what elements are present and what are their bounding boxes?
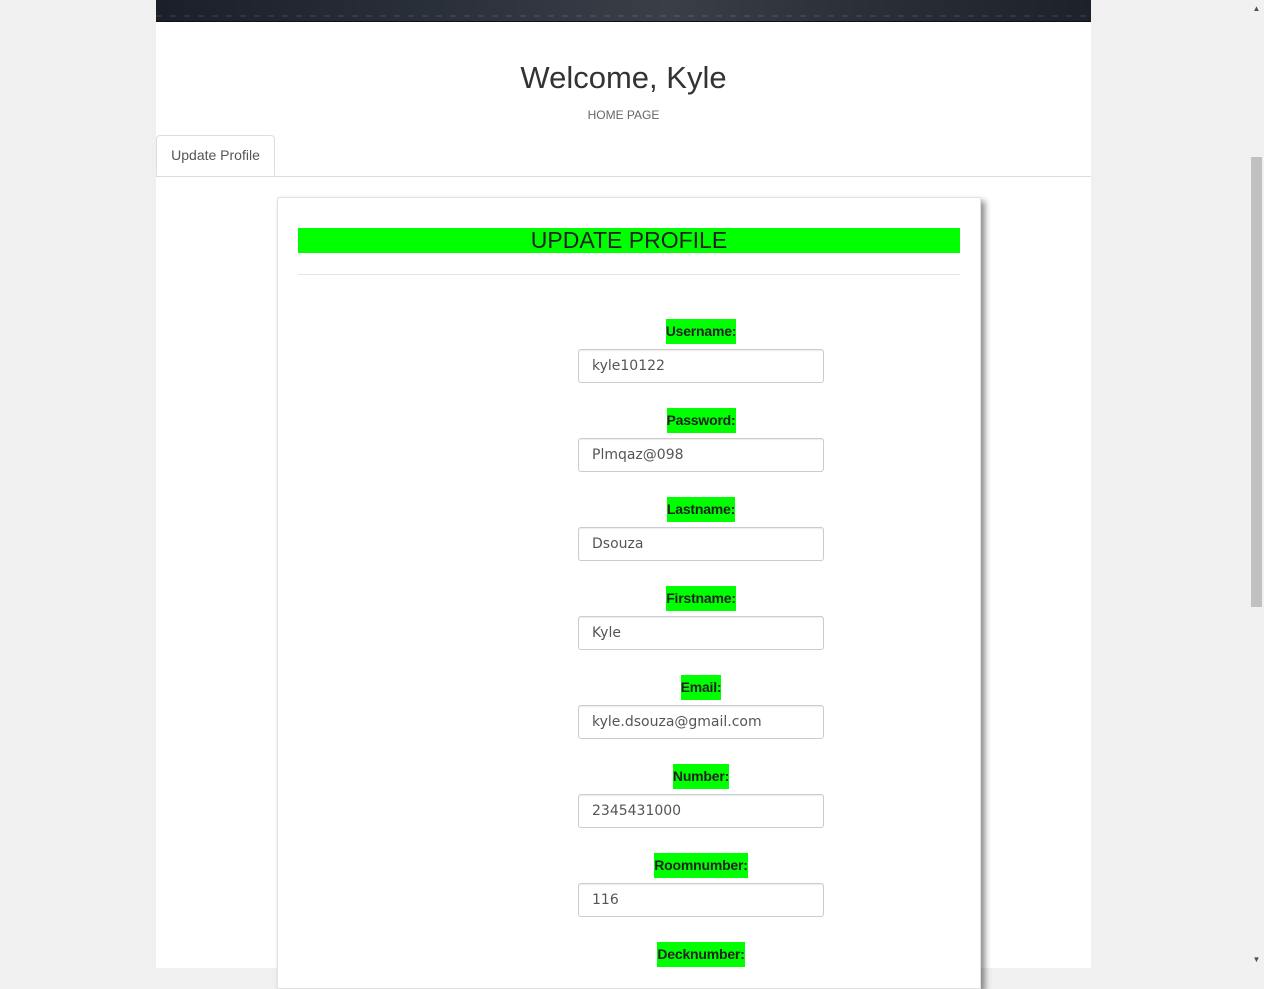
password-input[interactable] (578, 438, 824, 472)
page-container: Welcome, Kyle HOME PAGE Update Profile U… (156, 0, 1091, 989)
header-banner-image (156, 0, 1091, 22)
roomnumber-input[interactable] (578, 883, 824, 917)
vertical-scrollbar[interactable]: ▲ ▼ (1249, 0, 1264, 968)
tab-update-profile[interactable]: Update Profile (156, 135, 275, 176)
tab-bar (156, 176, 1091, 177)
divider (298, 274, 960, 275)
update-profile-card: UPDATE PROFILE Username: Password: Lastn… (277, 197, 981, 989)
firstname-field-group: Firstname: (578, 586, 824, 650)
triangle-up-icon[interactable]: ▲ (1249, 0, 1264, 17)
roomnumber-field-group: Roomnumber: (578, 853, 824, 917)
number-field-group: Number: (578, 764, 824, 828)
page-subtitle: HOME PAGE (587, 108, 660, 122)
triangle-down-icon[interactable]: ▼ (1249, 951, 1264, 968)
form-title: UPDATE PROFILE (298, 228, 960, 253)
lastname-label: Lastname: (666, 497, 735, 522)
username-field-group: Username: (578, 319, 824, 383)
firstname-input[interactable] (578, 616, 824, 650)
email-field-group: Email: (578, 675, 824, 739)
number-input[interactable] (578, 794, 824, 828)
lastname-input[interactable] (578, 527, 824, 561)
username-input[interactable] (578, 349, 824, 383)
lastname-field-group: Lastname: (578, 497, 824, 561)
roomnumber-label: Roomnumber: (654, 853, 748, 878)
number-label: Number: (672, 764, 729, 789)
welcome-heading: Welcome, Kyle (520, 60, 727, 95)
scrollbar-thumb[interactable] (1251, 157, 1262, 607)
email-input[interactable] (578, 705, 824, 739)
username-label: Username: (665, 319, 736, 344)
decknumber-field-group: Decknumber: (578, 942, 824, 967)
email-label: Email: (680, 675, 722, 700)
decknumber-label: Decknumber: (657, 942, 745, 967)
password-field-group: Password: (578, 408, 824, 472)
firstname-label: Firstname: (666, 586, 736, 611)
password-label: Password: (666, 408, 736, 433)
